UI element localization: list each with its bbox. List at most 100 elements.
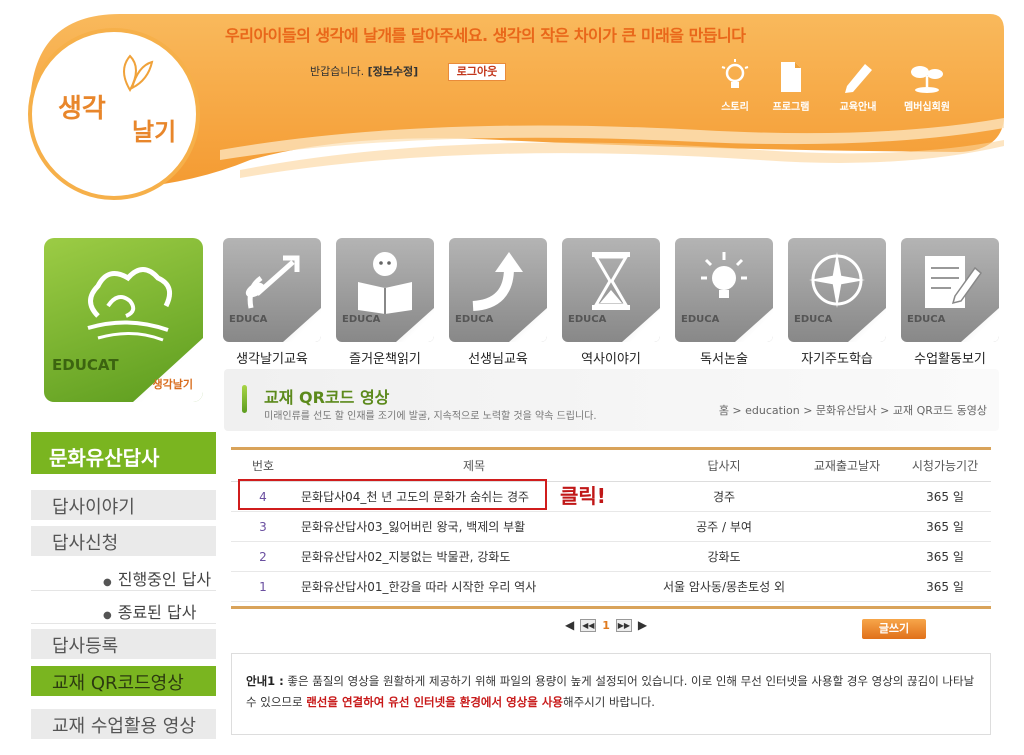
- nav-label: 스토리: [721, 102, 749, 113]
- header-date: 교재출고날자: [813, 459, 881, 473]
- logo-text: 생각: [58, 94, 106, 124]
- page-title: 교재 QR코드 영상: [264, 388, 390, 407]
- row-period: 365 일: [926, 520, 964, 534]
- butterfly-icon: [123, 54, 154, 93]
- sidebar-subitem-ended[interactable]: ● 종료된 답사: [31, 594, 216, 624]
- breadcrumb: 홈 > education > 문화유산답사 > 교재 QR코드 동영상: [718, 404, 987, 417]
- notice-box: 안내1 : 좋은 품질의 영상을 원활하게 제공하기 위해 파일의 용량이 높게…: [231, 653, 991, 735]
- logout-button[interactable]: 로그아웃: [448, 63, 506, 81]
- edit-info-link[interactable]: [정보수정]: [368, 65, 419, 78]
- sidebar-item-tour-register[interactable]: 답사등록: [31, 629, 216, 659]
- tile-text: EDUCA: [568, 314, 607, 325]
- video-table: 번호 제목 답사지 교재출고날자 시청가능기간 4 문화답사04_천 년 고도의…: [231, 447, 991, 609]
- last-page-icon[interactable]: ▶▶: [615, 618, 632, 632]
- row-place: 서울 암사동/몽촌토성 외: [662, 580, 786, 594]
- row-no: 2: [259, 549, 267, 564]
- category-label[interactable]: 생각날기교육: [223, 348, 321, 367]
- curved-arrow-icon: [472, 252, 523, 311]
- sidebar-subitem-label: 진행중인 답사: [117, 570, 212, 589]
- prev-arrow-icon[interactable]: ◀: [565, 618, 574, 632]
- sidebar-subitem-label: 종료된 답사: [117, 603, 197, 622]
- tile-text: EDUCA: [794, 314, 833, 325]
- row-period: 365 일: [926, 580, 964, 594]
- tile-text: EDUCA: [342, 314, 381, 325]
- nav-story[interactable]: 스토리: [705, 56, 765, 113]
- slogan: 우리아이들의 생각에 날개를 달아주세요. 생각의 작은 차이가 큰 미래을 만…: [225, 26, 746, 45]
- sidebar-title: 문화유산답사: [31, 432, 216, 474]
- write-button[interactable]: 글쓰기: [862, 619, 926, 639]
- category-label[interactable]: 선생님교육: [449, 348, 547, 367]
- bulb-rays-icon: [701, 252, 747, 298]
- nav-education-guide[interactable]: 교육안내: [828, 56, 888, 113]
- page-curl: [133, 338, 203, 402]
- row-no: 1: [259, 579, 267, 594]
- sidebar-item-class-video[interactable]: 교재 수업활용 영상: [31, 709, 216, 739]
- row-period: 365 일: [926, 490, 964, 504]
- page-title-bar: 교재 QR코드 영상 미래인류를 선도 할 인재를 조기에 발굴, 지속적으로 …: [224, 369, 999, 431]
- row-place: 경주: [712, 490, 736, 504]
- greeting-text: 반갑습니다.: [310, 65, 365, 78]
- title-accent: [242, 385, 247, 413]
- sidebar-item-tour-story[interactable]: 답사이야기: [31, 490, 216, 520]
- category-tile[interactable]: EDUCA: [562, 238, 660, 342]
- category-label[interactable]: 역사이야기: [562, 348, 660, 367]
- notepad-pencil-icon: [925, 256, 983, 308]
- table-row[interactable]: 2 문화유산답사02_지붕없는 박물관, 강화도 강화도 365 일: [231, 542, 991, 572]
- category-label[interactable]: 수업활동보기: [901, 348, 999, 367]
- greeting: 반갑습니다. [정보수정]: [310, 63, 418, 79]
- category-label[interactable]: 독서논술: [675, 348, 773, 367]
- category-tile[interactable]: EDUCA: [675, 238, 773, 342]
- category-label[interactable]: 자기주도학습: [788, 348, 886, 367]
- nav-label: 프로그램: [772, 102, 810, 113]
- category-tile[interactable]: EDUCA: [449, 238, 547, 342]
- nav-membership[interactable]: 멤버십회원: [897, 56, 957, 113]
- sprout-icon: [911, 66, 943, 93]
- sidebar-item-tour-apply[interactable]: 답사신청: [31, 526, 216, 556]
- sidebar-subitem-ongoing[interactable]: ● 진행중인 답사: [31, 561, 216, 591]
- row-title-link[interactable]: 문화유산답사03_잃어버린 왕국, 백제의 부활: [295, 518, 653, 535]
- nav-label: 멤버십회원: [904, 102, 950, 113]
- tile-text: EDUCA: [455, 314, 494, 325]
- hourglass-icon: [592, 252, 630, 310]
- row-place: 강화도: [707, 550, 741, 564]
- tile-text: EDUCA: [681, 314, 720, 325]
- table-bottom-border: [231, 606, 991, 609]
- highlight-box: [238, 479, 547, 510]
- notice-highlight: 랜선을 연결하여 유선 인터넷을 환경에서 영상을 사용: [306, 695, 563, 709]
- first-page-icon[interactable]: ◀◀: [580, 618, 597, 632]
- lightbulb-icon: [721, 59, 749, 88]
- category-tile[interactable]: EDUCA: [336, 238, 434, 342]
- table-row[interactable]: 1 문화유산답사01_한강을 따라 시작한 우리 역사 서울 암사동/몽촌토성 …: [231, 572, 991, 602]
- header-title: 제목: [462, 459, 486, 473]
- category-tile[interactable]: EDUCA: [788, 238, 886, 342]
- row-title-link[interactable]: 문화유산답사01_한강을 따라 시작한 우리 역사: [295, 578, 653, 595]
- notice-text-end: 해주시기 바랍니다.: [563, 695, 655, 709]
- header-no: 번호: [251, 459, 275, 473]
- nav-label: 교육안내: [839, 102, 877, 113]
- category-label[interactable]: 즐거운책읽기: [336, 348, 434, 367]
- card-logo: 생각날기: [152, 378, 193, 391]
- cloud-swirl-icon: [87, 267, 173, 342]
- page-number[interactable]: 1: [602, 619, 610, 632]
- reading-child-icon: [358, 252, 412, 314]
- tile-text: EDUCA: [229, 314, 268, 325]
- bullet-icon: ●: [103, 577, 112, 588]
- nav-program[interactable]: 프로그램: [761, 56, 821, 113]
- logo-text: 날기: [132, 118, 177, 146]
- education-card[interactable]: EDUCAT 생각날기: [44, 238, 203, 402]
- row-no: 3: [259, 519, 267, 534]
- row-title-link[interactable]: 문화유산답사02_지붕없는 박물관, 강화도: [295, 548, 653, 565]
- next-arrow-icon[interactable]: ▶: [638, 618, 647, 632]
- table-row[interactable]: 3 문화유산답사03_잃어버린 왕국, 백제의 부활 공주 / 부여 365 일: [231, 512, 991, 542]
- category-tile[interactable]: EDUCA: [901, 238, 999, 342]
- category-tile[interactable]: EDUCA: [223, 238, 321, 342]
- card-label: EDUCAT: [52, 356, 119, 374]
- header-period: 시청가능기간: [911, 459, 979, 473]
- table-header: 번호 제목 답사지 교재출고날자 시청가능기간: [231, 450, 991, 482]
- sidebar-item-qr-video[interactable]: 교재 QR코드영상: [31, 666, 216, 696]
- header-place: 답사지: [707, 459, 741, 473]
- bullet-icon: ●: [103, 610, 112, 621]
- page-subtitle: 미래인류를 선도 할 인재를 조기에 발굴, 지속적으로 노력할 것을 약속 드…: [264, 411, 597, 422]
- pencil-icon: [845, 64, 872, 93]
- plant-arrow-icon: [245, 255, 300, 309]
